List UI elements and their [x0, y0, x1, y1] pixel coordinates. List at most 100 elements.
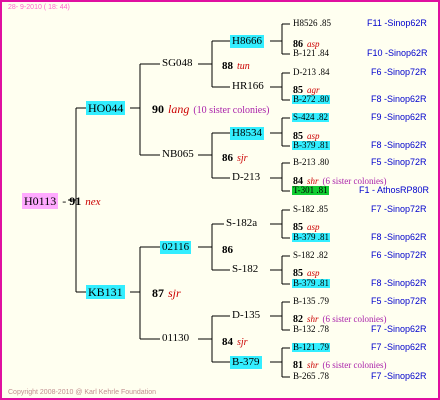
gen4-breeder-1: F11 -Sinop62R	[367, 18, 427, 28]
gen4-score-16: .78	[317, 371, 329, 381]
gen4-row-5: S-424 .82	[292, 112, 330, 122]
gen4-score-5: .82	[316, 112, 329, 122]
gen4-score-14: .78	[317, 324, 329, 334]
gen4-row-14: B-132 .78	[293, 325, 329, 334]
gen4-score-7: .80	[317, 157, 329, 167]
gen4-breeder-8: F1 - AthosRP80R	[359, 185, 430, 195]
gen3-suffix-8: shr	[307, 360, 319, 370]
gen1-note-1: (10 sister colonies)	[193, 105, 270, 116]
gen4-row-10: B-379 .81	[292, 233, 330, 242]
gen4-row-3: D-213 .84	[293, 68, 330, 77]
gen1-info-1: 90 lang (10 sister colonies)	[152, 101, 269, 117]
gen3-id-1: H8666	[230, 35, 264, 48]
gen4-score-10: .81	[317, 232, 329, 242]
gen4-id-15: B-121	[293, 342, 316, 352]
gen4-id-4: B-272	[293, 94, 316, 104]
gen4-row-7: B-213 .80	[293, 158, 329, 167]
gen4-id-9: S-182	[293, 204, 315, 214]
gen3-id-3: H8534	[230, 127, 264, 140]
gen4-id-6: B-379	[293, 140, 316, 150]
gen4-id-5: S-424	[293, 112, 315, 122]
root-id: H0113	[22, 193, 59, 209]
gen4-breeder-3: F6 -Sinop72R	[371, 67, 427, 77]
gen3-id-6: S-182	[232, 263, 259, 275]
gen4-id-1: H8526	[293, 18, 318, 28]
gen4-breeder-2: F10 -Sinop62R	[367, 48, 428, 58]
gen4-score-3: .84	[318, 67, 330, 77]
gen4-score-12: .81	[317, 278, 329, 288]
gen3-id-5: S-182a	[226, 217, 258, 229]
gen4-id-11: S-182	[293, 250, 315, 260]
gen4-score-6: .81	[317, 140, 329, 150]
root-node: H0113 - 91 nex	[22, 193, 101, 209]
gen4-breeder-6: F8 -Sinop62R	[371, 140, 427, 150]
gen4-breeder-5: F9 -Sinop62R	[371, 112, 427, 122]
gen4-score-11: .82	[316, 250, 329, 260]
gen4-score-15: .79	[317, 342, 329, 352]
gen4-id-3: D-213	[293, 67, 316, 77]
gen4-id-14: B-132	[293, 324, 316, 334]
gen2-score-1: 88	[222, 60, 233, 72]
gen1-suffix-1: lang	[168, 102, 190, 116]
gen4-row-4: B-272 .80	[292, 95, 330, 104]
gen2-id-2: NB065	[162, 148, 194, 160]
gen4-breeder-10: F8 -Sinop62R	[371, 232, 427, 242]
pedigree-frame: 28- 9-2010 ( 18: 44) H0113 - 91 nex HO04…	[0, 0, 440, 400]
gen3-note-8: (6 sister colonies)	[322, 360, 387, 370]
copyright-text: Copyright 2008-2010 @ Karl Kehrle Founda…	[8, 389, 156, 396]
gen2-id-3: 02116	[160, 241, 192, 254]
gen4-breeder-9: F7 -Sinop72R	[371, 204, 427, 214]
gen1-score-1: 90	[152, 102, 164, 116]
gen2-score-4: 84	[222, 336, 233, 348]
gen4-row-9: S-182 .85	[293, 205, 328, 214]
gen4-row-1: H8526 .85	[293, 19, 331, 28]
gen4-id-10: B-379	[293, 232, 316, 242]
gen1-score-2: 87	[152, 286, 164, 300]
gen4-id-16: B-265	[293, 371, 316, 381]
gen2-info-4: 84 sjr	[222, 333, 248, 349]
gen4-breeder-14: F7 -Sinop62R	[371, 324, 427, 334]
gen4-score-1: .85	[319, 18, 331, 28]
gen2-suffix-1: tun	[237, 61, 250, 72]
gen2-score-3: 86	[222, 244, 233, 256]
gen2-score-2: 86	[222, 152, 233, 164]
gen3-suffix-5: asp	[307, 222, 320, 232]
gen4-id-2: B-121	[293, 48, 316, 58]
gen4-breeder-16: F7 -Sinop62R	[371, 371, 427, 381]
gen4-id-8: T-301	[293, 185, 315, 195]
gen4-row-15: B-121 .79	[292, 343, 330, 352]
gen3-score-8: 81	[293, 360, 303, 371]
gen4-id-7: B-213	[293, 157, 316, 167]
gen4-score-4: .80	[317, 94, 329, 104]
gen4-breeder-12: F8 -Sinop62R	[371, 278, 427, 288]
gen3-suffix-7: shr	[307, 314, 319, 324]
gen4-breeder-13: F5 -Sinop72R	[371, 296, 427, 306]
gen4-score-9: .85	[316, 204, 329, 214]
gen3-id-2: HR166	[232, 80, 264, 92]
gen3-note-7: (6 sister colonies)	[322, 314, 387, 324]
gen4-id-13: B-135	[293, 296, 316, 306]
gen4-score-8: .81	[316, 185, 328, 195]
gen3-info-8: 81 shr (6 sister colonies)	[293, 356, 387, 372]
gen4-id-12: B-379	[293, 278, 316, 288]
gen1-id-2: KB131	[86, 285, 125, 299]
gen2-id-1: SG048	[162, 57, 193, 69]
gen4-row-6: B-379 .81	[292, 141, 330, 150]
gen4-row-2: B-121 .84	[293, 49, 329, 58]
root-score: 91	[69, 194, 82, 208]
gen4-row-13: B-135 .79	[293, 297, 329, 306]
gen2-info-1: 88 tun	[222, 57, 250, 73]
gen4-breeder-15: F7 -Sinop62R	[371, 342, 427, 352]
gen2-suffix-2: sjr	[237, 153, 248, 164]
gen2-info-2: 86 sjr	[222, 149, 248, 165]
gen4-breeder-4: F8 -Sinop62R	[371, 94, 427, 104]
gen4-score-2: .84	[317, 48, 329, 58]
gen4-breeder-7: F5 -Sinop72R	[371, 157, 427, 167]
gen3-id-8: B-379	[230, 356, 262, 369]
gen4-row-8: T-301 .81	[292, 186, 329, 195]
gen4-row-16: B-265 .78	[293, 372, 329, 381]
gen2-info-3: 86	[222, 241, 233, 257]
gen4-score-13: .79	[317, 296, 329, 306]
gen2-id-4: 01130	[162, 332, 190, 344]
gen3-suffix-6: asp	[307, 268, 320, 278]
